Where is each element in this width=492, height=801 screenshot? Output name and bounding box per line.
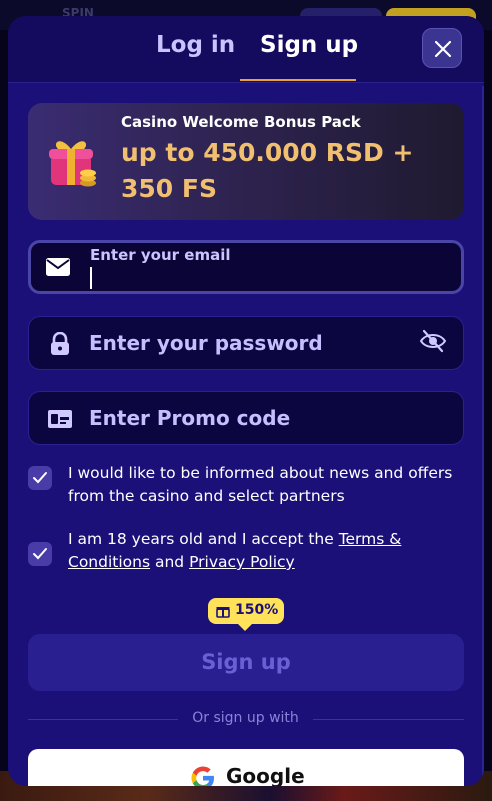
password-field[interactable] <box>28 316 464 370</box>
email-label: Enter your email <box>90 246 231 264</box>
email-field[interactable]: Enter your email <box>28 240 464 294</box>
privacy-link[interactable]: Privacy Policy <box>189 553 295 571</box>
age-consent-text: I am 18 years old and I accept the Terms… <box>68 528 468 574</box>
signup-button[interactable]: Sign up <box>28 634 464 691</box>
news-consent-text: I would like to be informed about news a… <box>68 464 453 505</box>
close-icon <box>434 40 452 58</box>
social-divider-text: Or sign up with <box>192 710 299 726</box>
envelope-icon <box>46 258 70 276</box>
eye-off-icon[interactable] <box>419 327 447 355</box>
age-consent-prefix: I am 18 years old and I accept the <box>68 530 339 548</box>
promo-code-input[interactable] <box>89 392 409 444</box>
promo-code-field[interactable] <box>28 391 464 445</box>
divider-left <box>28 719 178 720</box>
checkmark-icon <box>33 548 47 560</box>
active-tab-indicator <box>240 79 356 81</box>
divider-right <box>313 719 464 720</box>
age-consent-checkbox[interactable] <box>28 542 52 566</box>
checkmark-icon <box>33 472 47 484</box>
google-label: Google <box>226 764 305 786</box>
lock-icon <box>51 332 69 355</box>
age-consent-row: I am 18 years old and I accept the Terms… <box>28 528 468 578</box>
modal-header: Log in Sign up <box>8 16 484 83</box>
text-caret <box>90 267 92 289</box>
signup-modal: Log in Sign up Casino Welcome Bonus Pack… <box>8 16 484 786</box>
welcome-bonus-banner: Casino Welcome Bonus Pack up to 450.000 … <box>28 103 464 220</box>
google-icon <box>191 766 214 786</box>
tab-signup[interactable]: Sign up <box>260 30 358 60</box>
ticket-icon <box>48 410 72 428</box>
password-input[interactable] <box>89 317 409 369</box>
tab-login[interactable]: Log in <box>156 30 235 60</box>
bonus-title: Casino Welcome Bonus Pack <box>121 113 361 131</box>
badge-value: 150% <box>235 602 279 618</box>
gift-icon <box>216 607 230 618</box>
news-consent-row: I would like to be informed about news a… <box>28 462 468 512</box>
bonus-amount: up to 450.000 RSD + 350 FS <box>121 138 414 203</box>
gift-icon <box>49 141 96 187</box>
age-consent-and: and <box>150 553 190 571</box>
news-consent-checkbox[interactable] <box>28 466 52 490</box>
close-button[interactable] <box>422 28 462 68</box>
scrollbar[interactable] <box>482 86 484 776</box>
google-signup-button[interactable]: Google <box>28 749 464 786</box>
bonus-percent-badge: 150% <box>208 598 284 631</box>
